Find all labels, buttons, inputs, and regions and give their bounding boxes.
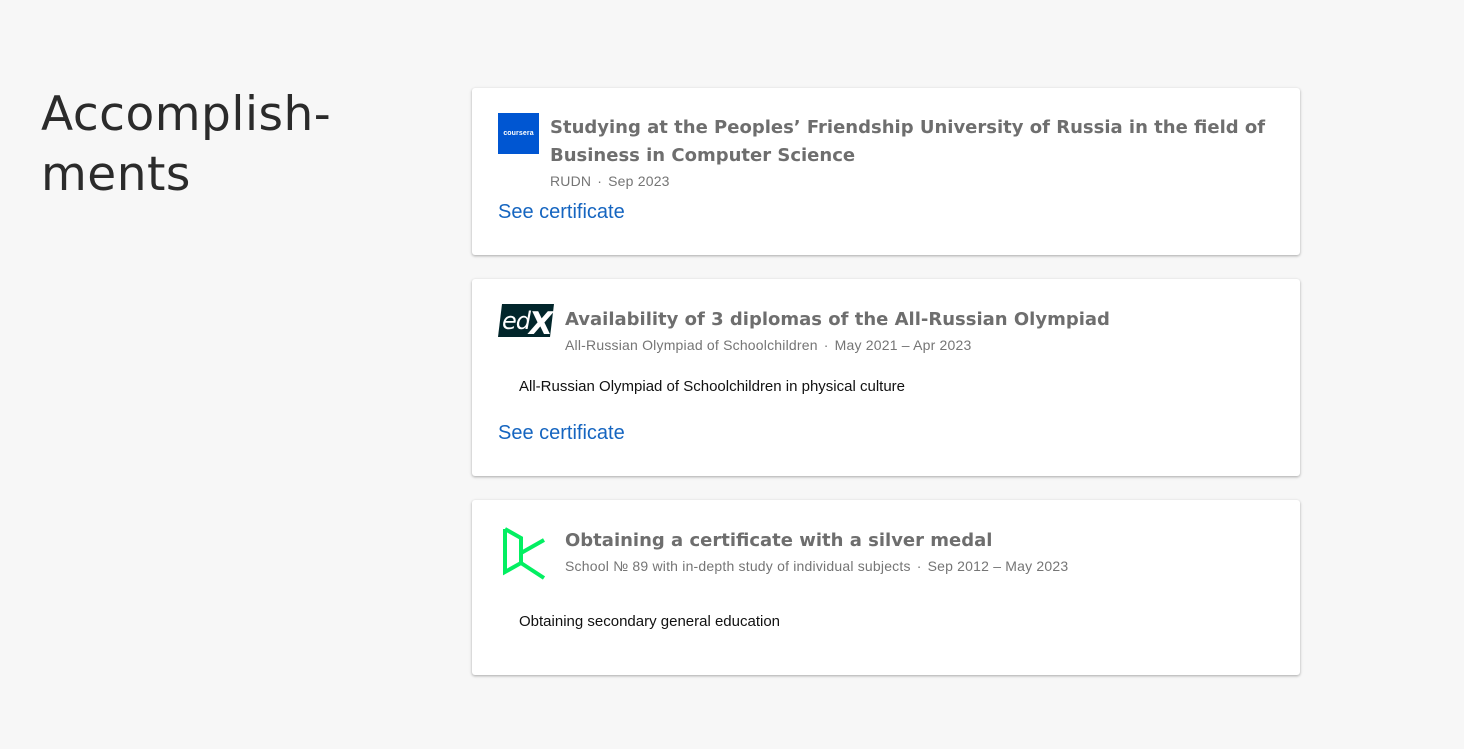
edx-logo-graphic: ed X <box>498 304 555 342</box>
svg-text:ed: ed <box>502 307 532 335</box>
section-title: Accomplish- ments <box>41 85 401 205</box>
meta-separator: · <box>597 173 603 189</box>
accomplishment-meta: RUDN · Sep 2023 <box>550 171 1270 191</box>
accomplishment-card: Obtaining a certificate with a silver me… <box>472 500 1300 675</box>
accomplishment-meta: School № 89 with in-depth study of indiv… <box>565 556 1270 576</box>
coursera-logo: coursera <box>498 113 539 154</box>
section-title-line-2: ments <box>41 147 191 202</box>
meta-separator: · <box>823 337 829 353</box>
edx-logo: ed X <box>498 304 555 342</box>
accomplishment-date: May 2021 – Apr 2023 <box>834 337 972 353</box>
section-title-line-1: Accomplish- <box>41 87 332 142</box>
svg-text:X: X <box>527 306 554 337</box>
accomplishment-meta: All-Russian Olympiad of Schoolchildren · M… <box>565 335 1270 355</box>
accomplishment-card: ed X Availability of 3 diplomas of the A… <box>472 279 1300 476</box>
accomplishment-title: Obtaining a certificate with a silver me… <box>565 530 993 551</box>
accomplishment-date: Sep 2012 – May 2023 <box>927 558 1069 574</box>
meta-separator: · <box>916 558 922 574</box>
accomplishment-card: coursera Studying at the Peoples’ Friend… <box>472 88 1300 255</box>
see-certificate-link[interactable]: See certificate <box>498 419 625 447</box>
accomplishment-description: Obtaining secondary general education <box>519 613 781 630</box>
accomplishment-title: Studying at the Peoples’ Friendship Univ… <box>550 117 1266 166</box>
accomplishment-date: Sep 2023 <box>608 173 670 189</box>
see-certificate-link[interactable]: See certificate <box>498 198 625 226</box>
card-header: Availability of 3 diplomas of the All-Ru… <box>565 306 1270 355</box>
coursera-logo-text: coursera <box>503 130 534 137</box>
card-header: Obtaining a certificate with a silver me… <box>565 527 1270 576</box>
accomplishment-description: All-Russian Olympiad of Schoolchildren i… <box>519 378 906 395</box>
accomplishment-organization: School № 89 with in-depth study of indiv… <box>565 558 911 574</box>
accomplishment-organization: All-Russian Olympiad of Schoolchildren <box>565 337 818 353</box>
accomplishments-page: Accomplish- ments coursera Studying at t… <box>0 0 1464 749</box>
accomplishment-organization: RUDN <box>550 173 592 189</box>
accomplishment-title: Availability of 3 diplomas of the All-Ru… <box>565 309 1110 330</box>
card-header: Studying at the Peoples’ Friendship Univ… <box>550 114 1270 191</box>
datacamp-logo <box>498 525 548 586</box>
datacamp-logo-graphic <box>503 527 546 580</box>
